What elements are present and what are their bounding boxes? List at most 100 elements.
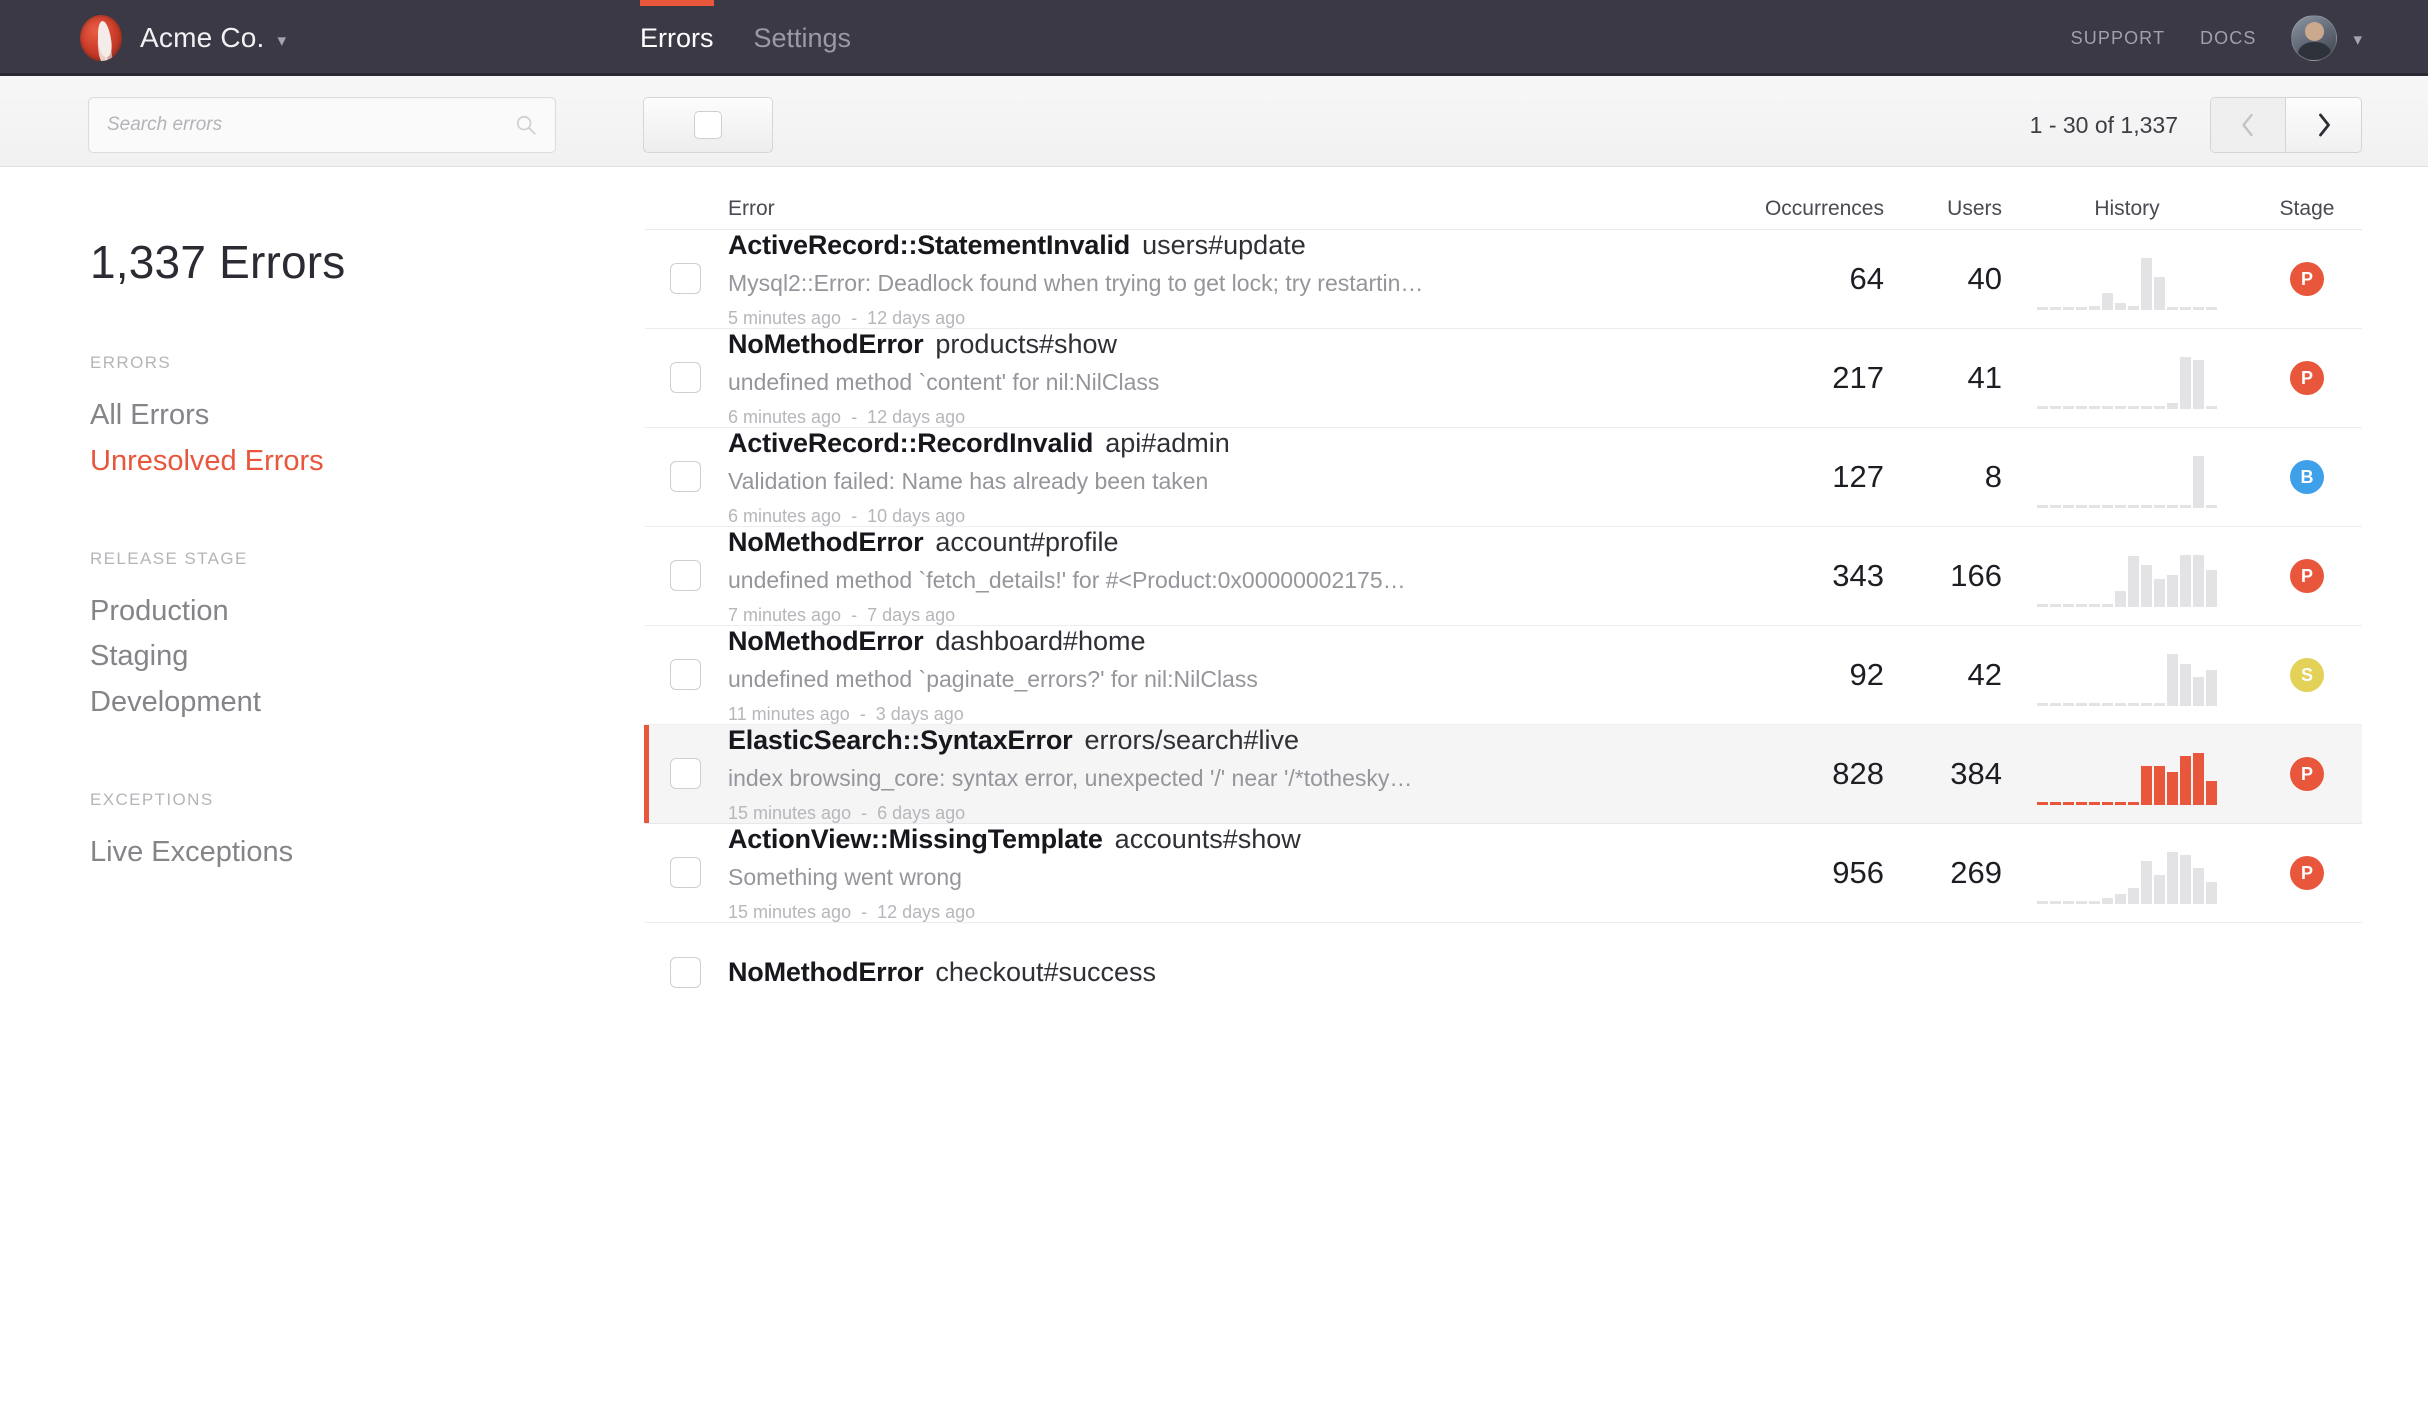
history-cell xyxy=(2002,347,2252,409)
last-seen: 5 minutes ago xyxy=(728,308,841,328)
error-cell: ElasticSearch::SyntaxErrorerrors/search#… xyxy=(645,725,1708,824)
sparkline-bar xyxy=(2115,303,2126,310)
sparkline-bar xyxy=(2154,766,2165,805)
error-cell: NoMethodErrorcheckout#success xyxy=(645,957,1708,988)
acme-logo-icon xyxy=(80,15,122,61)
sparkline-bar xyxy=(2128,703,2139,706)
timestamp-separator: - xyxy=(851,803,877,823)
table-row[interactable]: NoMethodErrorproducts#showundefined meth… xyxy=(645,329,2362,428)
sparkline-bar xyxy=(2102,293,2113,310)
bulk-select-button[interactable] xyxy=(643,97,773,153)
sparkline-bar xyxy=(2037,307,2048,310)
first-seen: 3 days ago xyxy=(876,704,964,724)
first-seen: 6 days ago xyxy=(877,803,965,823)
bulk-select-checkbox[interactable] xyxy=(694,111,722,139)
status-badge[interactable]: P xyxy=(2290,856,2324,890)
users-cell: 8 xyxy=(1884,459,2002,495)
sidebar-item-live-exceptions[interactable]: Live Exceptions xyxy=(90,830,645,876)
error-type: NoMethodError xyxy=(728,329,923,359)
sparkline-bar xyxy=(2102,604,2113,607)
history-sparkline xyxy=(2037,644,2217,706)
sparkline-bar xyxy=(2089,306,2100,310)
previous-page-button[interactable] xyxy=(2211,98,2286,152)
tab-errors[interactable]: Errors xyxy=(640,0,714,76)
sparkline-bar xyxy=(2180,307,2191,310)
error-message: undefined method `paginate_errors?' for … xyxy=(728,666,1708,693)
next-page-button[interactable] xyxy=(2286,98,2361,152)
status-badge[interactable]: P xyxy=(2290,361,2324,395)
stage-cell: P xyxy=(2252,757,2362,791)
brand-name: Acme Co. xyxy=(140,22,265,54)
row-checkbox[interactable] xyxy=(670,362,701,393)
status-badge[interactable]: P xyxy=(2290,757,2324,791)
sidebar-item-staging[interactable]: Staging xyxy=(90,634,645,680)
sparkline-bar xyxy=(2193,555,2204,607)
error-type: ActiveRecord::StatementInvalid xyxy=(728,230,1130,260)
error-context: account#profile xyxy=(935,527,1118,557)
sparkline-bar xyxy=(2050,307,2061,310)
occurrences-cell: 217 xyxy=(1708,360,1884,396)
search-input[interactable] xyxy=(107,114,515,136)
error-title: NoMethodErrorproducts#show xyxy=(728,329,1708,360)
column-header-users: Users xyxy=(1884,197,2002,221)
first-seen: 12 days ago xyxy=(867,308,965,328)
table-row[interactable]: NoMethodErrordashboard#homeundefined met… xyxy=(645,626,2362,725)
row-checkbox[interactable] xyxy=(670,659,701,690)
status-badge[interactable]: P xyxy=(2290,559,2324,593)
sparkline-bar xyxy=(2050,406,2061,409)
users-cell: 42 xyxy=(1884,657,2002,693)
chevron-down-icon[interactable]: ▾ xyxy=(278,31,287,51)
error-type: NoMethodError xyxy=(728,957,923,987)
sparkline-bar xyxy=(2206,781,2217,805)
sparkline-bar xyxy=(2063,505,2074,508)
sparkline-bar xyxy=(2193,868,2204,904)
status-badge[interactable]: S xyxy=(2290,658,2324,692)
row-checkbox[interactable] xyxy=(670,461,701,492)
sparkline-bar xyxy=(2063,307,2074,310)
sparkline-bar xyxy=(2076,703,2087,706)
table-row[interactable]: NoMethodErroraccount#profileundefined me… xyxy=(645,527,2362,626)
history-sparkline xyxy=(2037,248,2217,310)
occurrences-cell: 127 xyxy=(1708,459,1884,495)
row-checkbox[interactable] xyxy=(670,758,701,789)
sparkline-bar xyxy=(2128,406,2139,409)
row-checkbox[interactable] xyxy=(670,263,701,294)
status-badge[interactable]: P xyxy=(2290,262,2324,296)
chevron-down-icon[interactable]: ▾ xyxy=(2353,30,2362,50)
row-checkbox[interactable] xyxy=(670,957,701,988)
brand-menu[interactable]: Acme Co. ▾ xyxy=(80,15,286,61)
support-link[interactable]: SUPPORT xyxy=(2071,28,2165,49)
table-row[interactable]: ActiveRecord::StatementInvalidusers#upda… xyxy=(645,230,2362,329)
table-row[interactable]: ActiveRecord::RecordInvalidapi#adminVali… xyxy=(645,428,2362,527)
sparkline-bar xyxy=(2102,703,2113,706)
tab-settings[interactable]: Settings xyxy=(754,0,852,76)
error-cell: NoMethodErrordashboard#homeundefined met… xyxy=(645,626,1708,725)
table-row[interactable]: ElasticSearch::SyntaxErrorerrors/search#… xyxy=(645,725,2362,824)
error-title: ActiveRecord::StatementInvalidusers#upda… xyxy=(728,230,1708,261)
sidebar-item-unresolved-errors[interactable]: Unresolved Errors xyxy=(90,439,645,485)
sparkline-bar xyxy=(2102,505,2113,508)
stage-cell: P xyxy=(2252,262,2362,296)
secondary-nav: SUPPORT DOCS ▾ xyxy=(2071,0,2362,76)
sparkline-bar xyxy=(2180,555,2191,607)
sparkline-bar xyxy=(2102,802,2113,805)
sidebar-item-development[interactable]: Development xyxy=(90,680,645,726)
docs-link[interactable]: DOCS xyxy=(2200,28,2256,49)
sparkline-bar xyxy=(2128,556,2139,607)
row-checkbox[interactable] xyxy=(670,560,701,591)
table-row[interactable]: ActionView::MissingTemplateaccounts#show… xyxy=(645,824,2362,923)
sparkline-bar xyxy=(2063,901,2074,904)
row-checkbox[interactable] xyxy=(670,857,701,888)
sparkline-bar xyxy=(2115,505,2126,508)
sparkline-bar xyxy=(2141,505,2152,508)
sidebar-item-all-errors[interactable]: All Errors xyxy=(90,393,645,439)
avatar[interactable] xyxy=(2291,15,2337,61)
sparkline-bar xyxy=(2206,406,2217,409)
last-seen: 7 minutes ago xyxy=(728,605,841,625)
sidebar-item-production[interactable]: Production xyxy=(90,589,645,635)
error-title: ActiveRecord::RecordInvalidapi#admin xyxy=(728,428,1708,459)
table-row[interactable]: NoMethodErrorcheckout#success xyxy=(645,923,2362,1022)
search-box[interactable] xyxy=(88,97,556,153)
status-badge[interactable]: B xyxy=(2290,460,2324,494)
sparkline-bar xyxy=(2089,802,2100,805)
